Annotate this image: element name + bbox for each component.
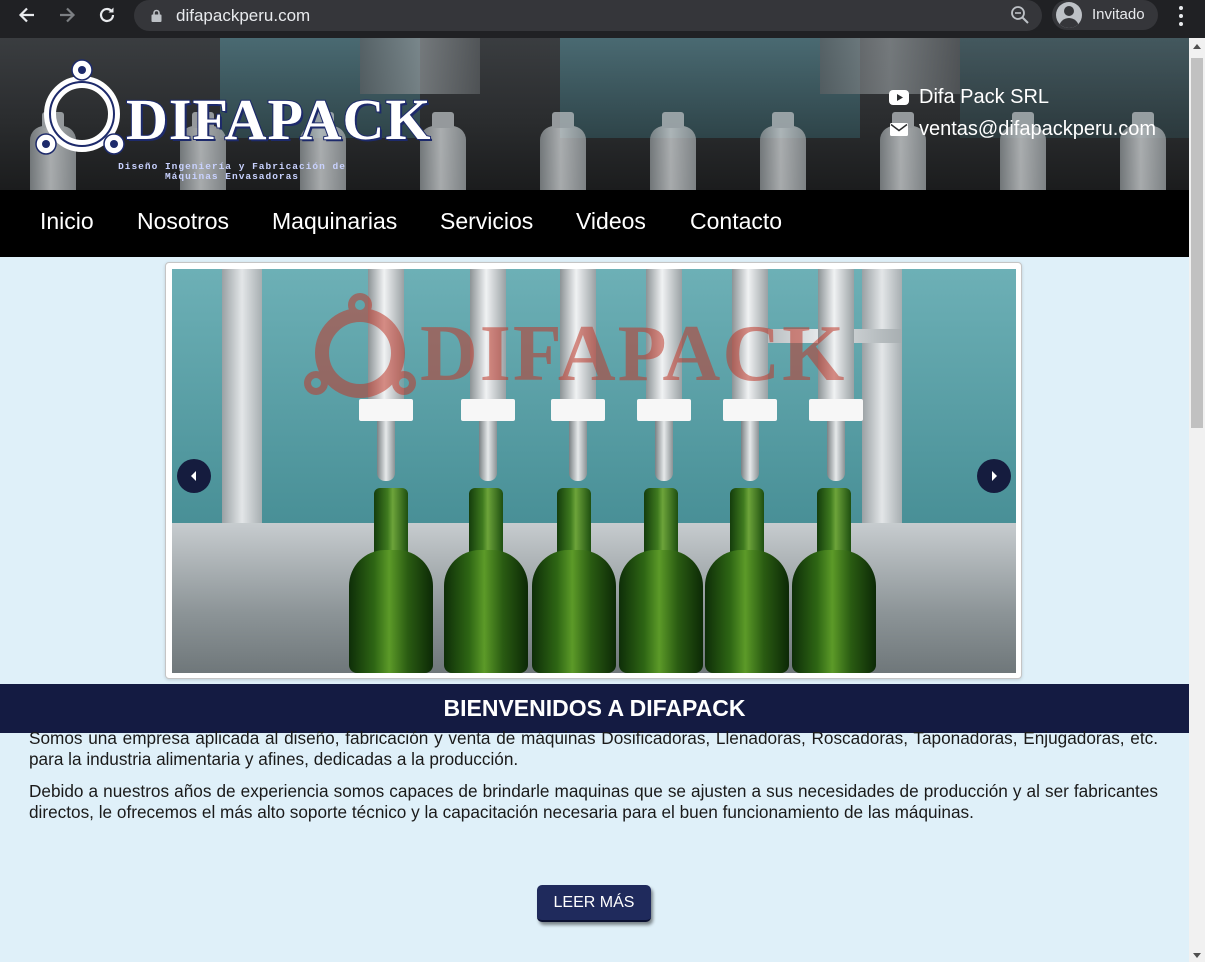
logo-wordmark: DIFAPACK <box>125 86 432 153</box>
nav-item-nosotros[interactable]: Nosotros <box>137 208 229 235</box>
email-link[interactable]: ventas@difapackperu.com <box>889 118 1156 141</box>
nav-item-maquinarias[interactable]: Maquinarias <box>272 208 397 235</box>
nav-item-videos[interactable]: Videos <box>576 208 646 235</box>
welcome-paragraph-1: Somos una empresa aplicada al diseño, fa… <box>29 728 1158 769</box>
web-page: DIFAPACK Diseño Ingeniería y Fabricación… <box>0 38 1189 962</box>
address-bar[interactable]: difapackperu.com <box>134 0 1042 31</box>
image-carousel: DIFAPACK <box>165 262 1022 679</box>
email-label: ventas@difapackperu.com <box>919 118 1157 140</box>
header-bg-bottle <box>760 112 806 190</box>
site-header: DIFAPACK Diseño Ingeniería y Fabricación… <box>0 38 1189 190</box>
reload-icon <box>99 7 115 23</box>
watermark-gears-icon <box>304 293 416 398</box>
scrollbar-thumb[interactable] <box>1191 58 1203 428</box>
welcome-paragraph-2: Debido a nuestros años de experiencia so… <box>29 781 1158 822</box>
logo-tagline-line2: Máquinas Envasadoras <box>164 171 300 182</box>
logo-tagline: Diseño Ingeniería y Fabricación de Máqui… <box>92 162 372 182</box>
nozzle-tip <box>827 421 845 481</box>
carousel-next-button[interactable] <box>977 459 1011 493</box>
page-scrollbar[interactable] <box>1189 38 1205 962</box>
forward-arrow-icon <box>60 7 76 23</box>
carousel-prev-button[interactable] <box>177 459 211 493</box>
carousel-slide-image: DIFAPACK <box>172 269 1016 673</box>
main-navigation: Inicio Nosotros Maquinarias Servicios Vi… <box>0 190 1189 257</box>
nozzle-cap <box>461 399 515 421</box>
nozzle-cap <box>551 399 605 421</box>
profile-avatar-icon <box>1056 2 1082 28</box>
forward-button[interactable] <box>52 3 82 27</box>
youtube-icon <box>889 90 909 106</box>
difapack-watermark: DIFAPACK <box>290 291 930 401</box>
envelope-icon <box>889 122 909 138</box>
nozzle-cap <box>723 399 777 421</box>
youtube-link[interactable]: Difa Pack SRL <box>889 86 1049 109</box>
menu-dots-icon[interactable] <box>1171 4 1191 28</box>
reload-button[interactable] <box>92 3 122 27</box>
nozzle-tip <box>377 421 395 481</box>
profile-button[interactable]: Invitado <box>1052 0 1158 30</box>
profile-label: Invitado <box>1092 6 1145 23</box>
nozzle-tip <box>569 421 587 481</box>
nav-item-servicios[interactable]: Servicios <box>440 208 533 235</box>
lock-icon <box>151 9 162 22</box>
back-button[interactable] <box>12 3 42 27</box>
nav-item-inicio[interactable]: Inicio <box>40 208 94 235</box>
watermark-text: DIFAPACK <box>420 310 847 398</box>
green-bottle <box>349 488 433 673</box>
green-bottle <box>705 488 789 673</box>
site-logo[interactable]: DIFAPACK Diseño Ingeniería y Fabricación… <box>32 56 431 182</box>
nav-item-contacto[interactable]: Contacto <box>690 208 782 235</box>
chevron-right-icon <box>992 471 997 481</box>
header-bg-bottle <box>540 112 586 190</box>
green-bottle <box>532 488 616 673</box>
header-bg-bottle <box>650 112 696 190</box>
zoom-icon[interactable] <box>1010 5 1030 25</box>
leer-mas-button[interactable]: LEER MÁS <box>537 885 651 922</box>
youtube-label: Difa Pack SRL <box>919 86 1050 108</box>
back-arrow-icon <box>18 7 34 23</box>
nozzle-tip <box>655 421 673 481</box>
browser-toolbar: difapackperu.com Invitado <box>0 0 1205 38</box>
green-bottle <box>444 488 528 673</box>
url-text: difapackperu.com <box>176 6 311 25</box>
nozzle-tip <box>479 421 497 481</box>
scroll-up-arrow-icon[interactable] <box>1193 44 1201 49</box>
green-bottle <box>619 488 703 673</box>
nozzle-cap <box>359 399 413 421</box>
nozzle-cap <box>809 399 863 421</box>
welcome-content: Somos una empresa aplicada al diseño, fa… <box>29 728 1158 834</box>
green-bottle <box>792 488 876 673</box>
nozzle-cap <box>637 399 691 421</box>
welcome-heading: BIENVENIDOS A DIFAPACK <box>0 684 1189 733</box>
nozzle-tip <box>741 421 759 481</box>
chevron-left-icon <box>191 471 196 481</box>
header-bg-panel <box>560 38 860 138</box>
scroll-down-arrow-icon[interactable] <box>1193 953 1201 958</box>
